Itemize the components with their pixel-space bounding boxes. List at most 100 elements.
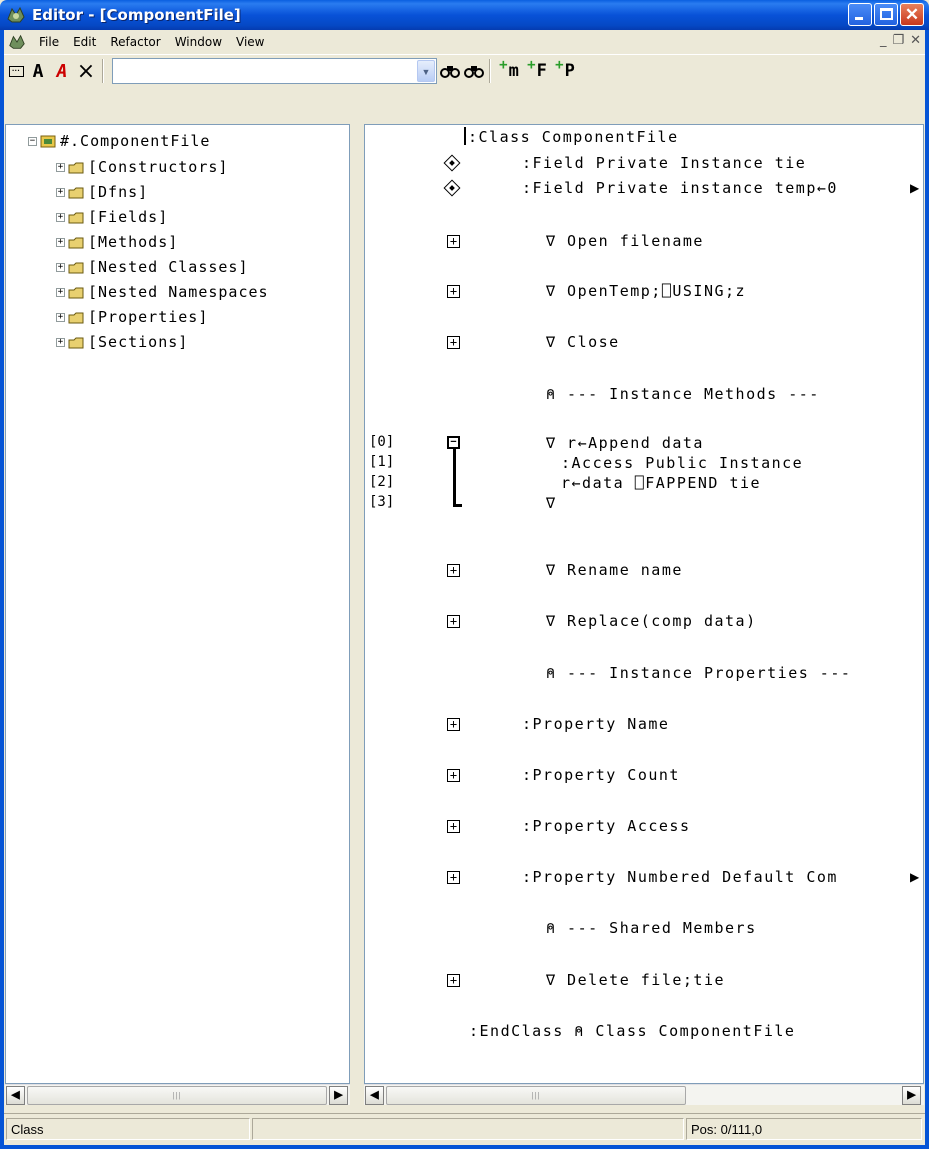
code-line[interactable]: ∇ Rename name xyxy=(546,561,683,579)
close-button[interactable]: ✕ xyxy=(900,3,924,26)
menu-file[interactable]: File xyxy=(32,35,66,49)
code-line[interactable]: :EndClass ⍝ Class ComponentFile xyxy=(469,1022,795,1040)
maximize-button[interactable] xyxy=(874,3,898,26)
expand-icon[interactable]: + xyxy=(56,337,65,347)
tree-item[interactable]: + [Constructors] xyxy=(56,157,228,177)
comment-button[interactable]: A xyxy=(26,59,50,83)
fold-guide-end xyxy=(453,504,462,507)
code-pane[interactable]: :Class ComponentFile :Field Private Inst… xyxy=(364,124,924,1084)
code-line[interactable]: ∇ Close xyxy=(546,333,620,351)
find-next-icon[interactable] xyxy=(463,59,485,83)
code-line[interactable]: :Access Public Instance xyxy=(561,454,803,472)
find-icon[interactable] xyxy=(439,59,461,83)
tree-item[interactable]: + [Nested Classes] xyxy=(56,257,249,277)
expand-icon[interactable]: + xyxy=(447,336,460,349)
menu-bar: File Edit Refactor Window View _ ❐ ✕ xyxy=(4,30,925,54)
code-line[interactable]: ∇ r←Append data xyxy=(546,434,704,452)
expand-icon[interactable]: + xyxy=(447,718,460,731)
window-frame-bottom xyxy=(0,1145,929,1149)
code-line[interactable]: :Property Name xyxy=(522,715,669,733)
comment-line[interactable]: ⍝ --- Shared Members xyxy=(546,919,757,937)
scroll-thumb[interactable]: ||| xyxy=(386,1086,686,1105)
code-line[interactable]: ∇ xyxy=(546,494,557,512)
code-line[interactable]: ∇ Replace(comp data) xyxy=(546,612,757,630)
folder-icon xyxy=(68,287,84,299)
tree-pane[interactable]: − #.ComponentFile + [Constructors] + [Dfns… xyxy=(5,124,350,1084)
mdi-restore-button[interactable]: ❐ xyxy=(892,33,904,48)
tree-root[interactable]: − #.ComponentFile xyxy=(28,131,210,151)
scroll-left-icon[interactable]: ◀ xyxy=(365,1086,384,1105)
tree-item[interactable]: + [Sections] xyxy=(56,332,188,352)
expand-icon[interactable]: + xyxy=(447,615,460,628)
menu-edit[interactable]: Edit xyxy=(66,35,103,49)
code-hscrollbar[interactable]: ◀ ||| ▶ xyxy=(364,1084,924,1105)
tree-item[interactable]: + [Nested Namespaces xyxy=(56,282,269,302)
mdi-minimize-button[interactable]: _ xyxy=(880,33,887,48)
class-folder-icon xyxy=(40,135,56,148)
tree-item[interactable]: + [Dfns] xyxy=(56,182,148,202)
code-line[interactable]: :Property Numbered Default Com xyxy=(522,868,838,886)
tree-item-label: [Fields] xyxy=(88,208,169,226)
line-number: [3] xyxy=(369,494,395,510)
tree-item[interactable]: + [Fields] xyxy=(56,207,168,227)
search-input[interactable] xyxy=(113,59,413,83)
code-line[interactable]: ∇ OpenTemp;⎕USING;z xyxy=(546,282,746,300)
expand-icon[interactable]: + xyxy=(447,769,460,782)
status-middle xyxy=(252,1118,684,1140)
title-bar: Editor - [ComponentFile] ✕ xyxy=(0,0,929,30)
expand-icon[interactable]: + xyxy=(56,262,65,272)
tree-item-label: [Methods] xyxy=(88,233,179,251)
expand-icon[interactable]: + xyxy=(56,212,65,222)
collapse-all-button[interactable]: ··· xyxy=(6,59,26,83)
code-line[interactable]: :Field Private instance temp←0 xyxy=(522,179,838,197)
collapse-icon[interactable]: − xyxy=(447,436,460,449)
expand-icon[interactable]: + xyxy=(447,235,460,248)
uncomment-button[interactable]: A xyxy=(50,59,74,83)
scroll-right-icon[interactable]: ▶ xyxy=(902,1086,921,1105)
tree-hscrollbar[interactable]: ◀ ||| ▶ xyxy=(5,1084,350,1105)
expand-icon[interactable]: + xyxy=(447,820,460,833)
add-plus-icon: + xyxy=(499,57,508,73)
expand-icon[interactable]: + xyxy=(56,187,65,197)
pane-splitter[interactable] xyxy=(350,124,365,1084)
comment-line[interactable]: ⍝ --- Instance Properties --- xyxy=(546,664,851,682)
code-line[interactable]: ∇ Delete file;tie xyxy=(546,971,725,989)
code-line[interactable]: r←data ⎕FAPPEND tie xyxy=(561,474,761,492)
expand-icon[interactable]: + xyxy=(56,237,65,247)
scroll-left-icon[interactable]: ◀ xyxy=(6,1086,25,1105)
expand-icon[interactable]: + xyxy=(56,312,65,322)
code-line[interactable]: ∇ Open filename xyxy=(546,232,704,250)
menu-window[interactable]: Window xyxy=(168,35,229,49)
code-line[interactable]: :Class ComponentFile xyxy=(468,128,679,146)
folder-icon xyxy=(68,187,84,199)
code-line[interactable]: :Property Count xyxy=(522,766,680,784)
code-line[interactable]: :Property Access xyxy=(522,817,691,835)
add-field-button[interactable]: + F xyxy=(523,57,551,83)
scroll-right-icon[interactable]: ▶ xyxy=(329,1086,348,1105)
minimize-icon xyxy=(855,17,863,20)
search-combo[interactable]: ▼ xyxy=(112,58,437,84)
combo-dropdown-icon[interactable]: ▼ xyxy=(417,60,435,82)
add-method-button[interactable]: + m xyxy=(495,57,523,83)
app-icon xyxy=(7,6,25,23)
minimize-button[interactable] xyxy=(848,3,872,26)
scroll-thumb[interactable]: ||| xyxy=(27,1086,327,1105)
tree-item[interactable]: + [Methods] xyxy=(56,232,178,252)
expand-icon[interactable]: + xyxy=(447,564,460,577)
document-icon[interactable] xyxy=(8,33,26,51)
code-line[interactable]: :Field Private Instance tie xyxy=(522,154,806,172)
status-bar: Class Pos: 0/111,0 xyxy=(4,1113,925,1145)
mdi-close-button[interactable]: ✕ xyxy=(910,33,921,48)
expand-icon[interactable]: + xyxy=(447,974,460,987)
tree-item[interactable]: + [Properties] xyxy=(56,307,208,327)
expand-icon[interactable]: + xyxy=(56,287,65,297)
delete-button[interactable]: × xyxy=(74,59,98,84)
menu-view[interactable]: View xyxy=(229,35,271,49)
collapse-icon[interactable]: − xyxy=(28,136,37,146)
expand-icon[interactable]: + xyxy=(447,871,460,884)
comment-line[interactable]: ⍝ --- Instance Methods --- xyxy=(546,385,820,403)
menu-refactor[interactable]: Refactor xyxy=(103,35,167,49)
expand-icon[interactable]: + xyxy=(56,162,65,172)
add-property-button[interactable]: + P xyxy=(551,57,579,83)
expand-icon[interactable]: + xyxy=(447,285,460,298)
